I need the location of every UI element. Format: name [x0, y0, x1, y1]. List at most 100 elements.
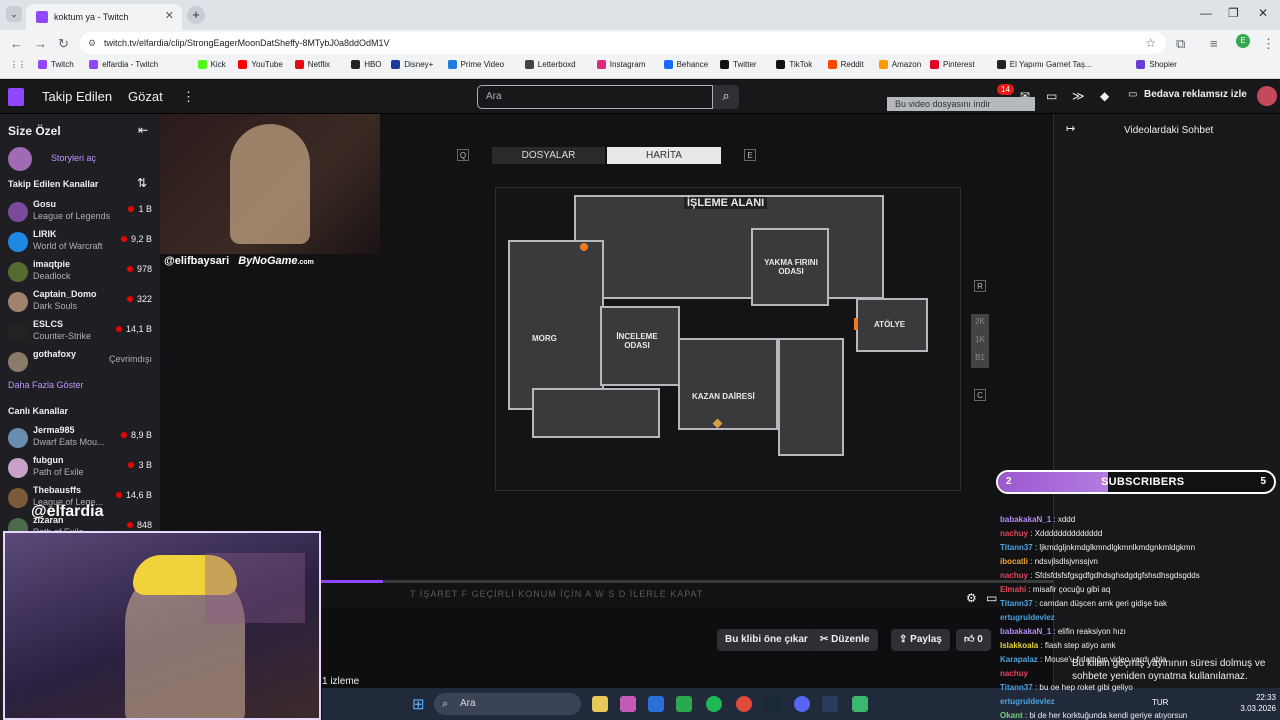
sidebar-channel[interactable]: Captain_Domo Dark Souls 322 — [0, 288, 160, 318]
forward-icon[interactable]: → — [34, 36, 47, 51]
close-window-icon[interactable]: ✕ — [1258, 6, 1268, 20]
bookmark-item[interactable]: Pinterest — [930, 60, 975, 69]
windows-start-icon[interactable]: ⊞ — [412, 695, 425, 713]
chat-text: bi de her korktuğunda kendi geriye atıyo… — [1029, 711, 1188, 720]
taskbar-search[interactable]: ⌕ Ara — [434, 693, 581, 715]
extension-icon[interactable]: ≫ — [1072, 89, 1085, 103]
bookmark-item[interactable]: Twitch — [38, 60, 74, 69]
nav-following[interactable]: Takip Edilen — [42, 89, 112, 104]
download-notice[interactable]: Bu video dosyasını indir — [887, 97, 1035, 111]
sort-icon[interactable]: ⇅ — [137, 176, 147, 190]
chat-username[interactable]: nachuy — [1000, 571, 1028, 580]
channel-viewers: 978 — [127, 264, 152, 274]
like-button[interactable]: 👍︎ 0 — [956, 629, 991, 651]
bookmark-item[interactable]: Netflix — [294, 60, 330, 69]
sidebar-channel[interactable]: Jerma985 Dwarf Eats Mou... 8,9 B — [0, 424, 160, 454]
ad-free-button[interactable]: Bedava reklamsız izle — [1144, 89, 1247, 100]
map-room-top — [574, 195, 884, 299]
bookmark-item[interactable]: Prime Video — [447, 60, 504, 69]
channel-avatar — [8, 458, 28, 478]
stories-link[interactable]: Storyleri aç — [51, 153, 96, 163]
chat-username[interactable]: nachuy — [1000, 529, 1028, 538]
bookmark-item[interactable]: elfardia - Twitch — [89, 60, 158, 69]
bookmark-item[interactable]: Behance — [663, 60, 708, 69]
bookmark-item[interactable]: Disney+ — [391, 60, 433, 69]
search-input[interactable]: Ara — [477, 85, 713, 109]
browser-tab[interactable]: koktum ya - Twitch ✕ — [26, 4, 182, 30]
back-icon[interactable]: ← — [10, 36, 23, 51]
share-button[interactable]: ⇪ Paylaş — [891, 629, 950, 651]
bookmark-item[interactable]: Amazon — [878, 60, 921, 69]
chat-username[interactable]: Titann37 — [1000, 683, 1033, 692]
chat-username[interactable]: Okant — [1000, 711, 1023, 720]
stories-avatar[interactable] — [8, 147, 32, 171]
chat-username[interactable]: ibocatli — [1000, 557, 1028, 566]
sidebar-channel[interactable]: gothafoxy Çevrimdışı — [0, 348, 160, 378]
chat-username[interactable]: nachuy — [1000, 669, 1028, 678]
sidebar-channel[interactable]: fubgun Path of Exile 3 B — [0, 454, 160, 484]
minimize-icon[interactable]: — — [1200, 6, 1212, 20]
bookmark-item[interactable]: Kick — [197, 60, 226, 69]
chat-username[interactable]: ertugruldevlez — [1000, 613, 1055, 622]
chat-username[interactable]: babakakaN_1 — [1000, 627, 1051, 636]
edit-clip-button[interactable]: ✂ Düzenle — [812, 629, 878, 651]
outlook-icon[interactable] — [648, 696, 664, 712]
bookmark-item[interactable]: Reddit — [827, 60, 864, 69]
discord-icon[interactable] — [794, 696, 810, 712]
bits-icon[interactable]: ◆ — [1100, 89, 1109, 103]
bookmark-item[interactable]: Shopier — [1136, 60, 1177, 69]
close-tab-icon[interactable]: ✕ — [165, 9, 174, 22]
bookmark-item[interactable]: El Yapımı Garnet Taş... — [996, 60, 1092, 69]
steam-icon[interactable] — [764, 696, 780, 712]
show-more-link[interactable]: Daha Fazla Göster — [8, 380, 84, 390]
maximize-icon[interactable]: ❐ — [1228, 6, 1239, 20]
chat-username[interactable]: Elmahi — [1000, 585, 1026, 594]
bookmark-star-icon[interactable]: ☆ — [1145, 32, 1156, 54]
url-field[interactable]: ⚙ twitch.tv/elfardia/clip/StrongEagerMoo… — [80, 32, 1166, 54]
game-launcher-icon[interactable] — [852, 696, 868, 712]
new-tab-button[interactable]: + — [187, 6, 205, 24]
chrome-icon[interactable] — [736, 696, 752, 712]
sidebar-channel[interactable]: Gosu League of Legends 1 B — [0, 198, 160, 228]
bookmark-item[interactable]: TikTok — [776, 60, 812, 69]
steam-app-icon[interactable] — [822, 696, 838, 712]
user-avatar[interactable] — [1257, 86, 1277, 106]
profile-avatar[interactable]: E — [1236, 34, 1250, 48]
chat-username[interactable]: Titann37 — [1000, 599, 1033, 608]
chat-username[interactable]: Titann37 — [1000, 543, 1033, 552]
extensions-icon[interactable]: ⧉ — [1176, 36, 1185, 52]
theatre-mode-icon[interactable]: ▭ — [986, 591, 997, 605]
apps-icon[interactable]: ⋮⋮ — [10, 60, 26, 69]
shelf-background — [205, 553, 305, 623]
file-explorer-icon[interactable] — [592, 696, 608, 712]
bookmark-item[interactable]: Twitter — [720, 60, 757, 69]
sidebar-channel[interactable]: LIRIK World of Warcraft 9,2 B — [0, 228, 160, 258]
twitch-logo-icon[interactable] — [8, 88, 24, 106]
site-info-icon[interactable]: ⚙ — [88, 32, 96, 54]
spotify-icon[interactable] — [706, 696, 722, 712]
chat-username[interactable]: Islakkoala — [1000, 641, 1038, 650]
search-icon[interactable]: ⌕ — [713, 85, 739, 109]
tab-search-icon[interactable]: ⌄ — [6, 6, 22, 22]
sidebar-channel[interactable]: ESLCS Counter-Strike 14,1 B — [0, 318, 160, 348]
copilot-icon[interactable] — [620, 696, 636, 712]
chat-bubble-icon[interactable]: ▭ — [1046, 89, 1057, 103]
chat-username[interactable]: babakakaN_1 — [1000, 515, 1051, 524]
feature-clip-button[interactable]: Bu klibi öne çıkar — [717, 629, 816, 651]
browser-menu-icon[interactable]: ⋮ — [1262, 36, 1275, 52]
collapse-sidebar-icon[interactable]: ⇤ — [138, 123, 148, 137]
bookmark-item[interactable]: YouTube — [238, 60, 283, 69]
collapse-chat-icon[interactable]: ↦ — [1066, 122, 1075, 135]
media-icon[interactable]: ≡ — [1210, 36, 1218, 51]
xbox-icon[interactable] — [676, 696, 692, 712]
sidebar-channel[interactable]: imaqtpie Deadlock 978 — [0, 258, 160, 288]
more-menu-icon[interactable]: ⋮ — [182, 89, 195, 105]
settings-gear-icon[interactable]: ⚙ — [966, 591, 977, 605]
chat-username[interactable]: Karapalaz — [1000, 655, 1038, 664]
bookmark-item[interactable]: HBO — [351, 60, 382, 69]
bookmark-item[interactable]: Instagram — [596, 60, 645, 69]
bookmark-item[interactable]: Letterboxd — [524, 60, 576, 69]
reload-icon[interactable]: ↻ — [58, 36, 69, 52]
chat-username[interactable]: ertugruldevlez — [1000, 697, 1055, 706]
nav-browse[interactable]: Gözat — [128, 89, 163, 104]
